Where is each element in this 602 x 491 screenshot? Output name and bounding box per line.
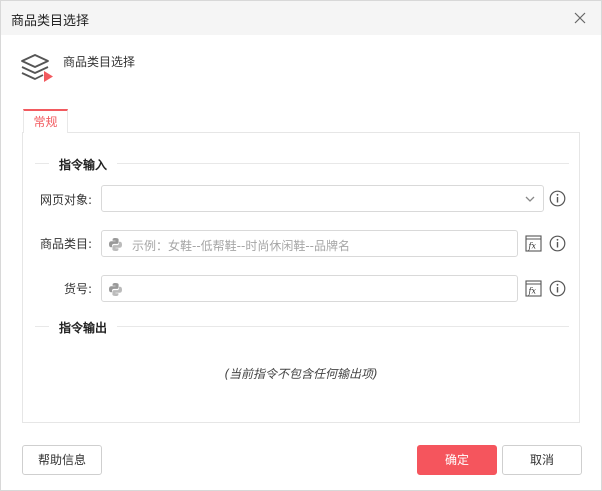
svg-text:fx: fx (528, 242, 537, 251)
category-formula-icon[interactable]: fx (525, 235, 542, 252)
python-icon (108, 237, 123, 252)
web-object-select[interactable] (101, 185, 544, 212)
ok-button[interactable]: 确定 (417, 445, 497, 475)
python-icon (108, 282, 123, 297)
window-title: 商品类目选择 (11, 14, 90, 29)
section-title-output: 指令输出 (49, 319, 118, 336)
title-bar: 商品类目选择 (1, 1, 601, 35)
close-icon[interactable] (571, 9, 589, 27)
category-label: 商品类目: (39, 237, 92, 251)
item-no-info-icon[interactable] (549, 280, 566, 297)
category-input[interactable]: 示例：女鞋--低帮鞋--时尚休闲鞋--品牌名 (101, 230, 518, 257)
cancel-button[interactable]: 取消 (502, 445, 582, 475)
web-object-label: 网页对象: (39, 193, 92, 207)
output-empty-text: (当前指令不包含任何输出项) (224, 367, 378, 381)
item-no-input[interactable] (101, 275, 518, 302)
item-no-formula-icon[interactable]: fx (525, 280, 542, 297)
header-title: 商品类目选择 (63, 55, 136, 69)
web-object-info-icon[interactable] (549, 190, 566, 207)
svg-text:fx: fx (528, 287, 537, 296)
section-title-input: 指令输入 (49, 156, 118, 173)
category-info-icon[interactable] (549, 235, 566, 252)
item-no-label: 货号: (63, 282, 92, 296)
dialog-window: 商品类目选择 商品类目选择 常规 指令输入 网页对象: 商品类目: 示例：女鞋-… (0, 0, 602, 491)
tab-general[interactable]: 常规 (23, 109, 68, 133)
layers-play-icon (19, 51, 55, 85)
chevron-down-icon (523, 192, 537, 206)
category-placeholder: 示例：女鞋--低帮鞋--时尚休闲鞋--品牌名 (132, 239, 350, 253)
help-button[interactable]: 帮助信息 (22, 445, 102, 475)
